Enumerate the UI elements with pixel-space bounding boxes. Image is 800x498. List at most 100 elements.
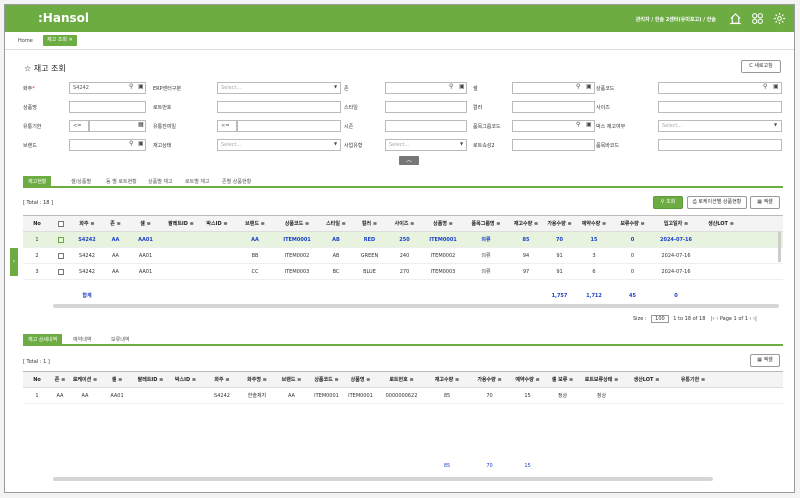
grid2-horizontal-scrollbar[interactable]: [53, 477, 713, 481]
grid2-header-cell[interactable]: 팔레트ID ≡: [133, 372, 168, 388]
search-icon[interactable]: ⚲: [129, 140, 133, 148]
barcode-input[interactable]: [658, 139, 782, 151]
clear-icon[interactable]: ▣: [773, 83, 779, 91]
grid2-header-cell[interactable]: 브랜드 ≡: [273, 372, 310, 388]
settings-gear-icon[interactable]: [773, 12, 786, 25]
prev-page-icon[interactable]: ‹: [716, 316, 718, 322]
grid1-header-cell[interactable]: 사이즈 ≡: [386, 216, 423, 232]
refresh-button[interactable]: C 새로고침: [741, 60, 781, 73]
clear-icon[interactable]: ▣: [459, 83, 465, 91]
grid1-header-cell[interactable]: 박스ID ≡: [199, 216, 235, 232]
grid2-header-cell[interactable]: 로트번호 ≡: [378, 372, 425, 388]
table-row[interactable]: 2 S4242 AA AA01 BB ITEM0002 AB GREEN 240 ITEM0002…: [23, 248, 783, 264]
location-product-button[interactable]: ⎙ 로케이션별 상품현황: [687, 196, 747, 209]
erp-center-select[interactable]: Select...: [217, 82, 341, 94]
grid1-header-cell[interactable]: 재고수량 ≡: [509, 216, 543, 232]
grid1-horizontal-scrollbar[interactable]: [53, 304, 779, 308]
row-checkbox-cell[interactable]: [51, 232, 71, 248]
clear-icon[interactable]: ▣: [586, 121, 592, 129]
grid2-header-cell[interactable]: 생산LOT ≡: [623, 372, 670, 388]
brand-input[interactable]: [69, 139, 146, 151]
grid2-header-cell[interactable]: 화주 ≡: [203, 372, 241, 388]
expiry-remain-input[interactable]: [237, 120, 341, 132]
clear-icon[interactable]: ▣: [138, 83, 144, 91]
grid2-header-cell[interactable]: 박스ID ≡: [168, 372, 203, 388]
tab-holds[interactable]: 보류내역: [111, 336, 129, 343]
zone-input[interactable]: [385, 82, 467, 94]
grid1-header-cell[interactable]: 가용수량 ≡: [543, 216, 576, 232]
tab-lot-status[interactable]: 동 별 로트현황: [106, 178, 137, 185]
tab-lot-stock[interactable]: 로트별 재고: [185, 178, 210, 185]
lot-number-input[interactable]: [217, 101, 341, 113]
grid1-header-cell[interactable]: 품목그룹명 ≡: [463, 216, 509, 232]
select-all-checkbox[interactable]: [58, 220, 64, 227]
grid1-header-cell[interactable]: 셀 ≡: [128, 216, 163, 232]
grid2-header-cell[interactable]: 존 ≡: [51, 372, 69, 388]
grid1-header-cell[interactable]: 존 ≡: [103, 216, 128, 232]
grid2-header-cell[interactable]: 재고수량 ≡: [425, 372, 469, 388]
grid2-header-cell[interactable]: 셀 ≡: [101, 372, 133, 388]
tab-home[interactable]: Home: [18, 38, 33, 44]
grid1-header-cell[interactable]: 예약수량 ≡: [576, 216, 612, 232]
search-icon[interactable]: ⚲: [129, 83, 133, 91]
next-page-icon[interactable]: ›: [750, 316, 752, 322]
color-input[interactable]: [512, 101, 595, 113]
search-icon[interactable]: ⚲: [576, 121, 580, 129]
tab-stock-detail[interactable]: 재고 상세내역: [23, 334, 63, 346]
table-row[interactable]: 1 S4242 AA AA01 AA ITEM0001 AB RED 250 ITEM0001 의류…: [23, 232, 783, 248]
grid1-header-cell[interactable]: 상품명 ≡: [423, 216, 463, 232]
grid2-header-cell[interactable]: No: [23, 372, 51, 388]
tab-cell-product[interactable]: 셀/상품별: [71, 178, 91, 185]
tab-product-stock[interactable]: 상품별 재고: [148, 178, 173, 185]
grid1-header-cell[interactable]: No: [23, 216, 51, 232]
collapse-filter-button[interactable]: ︿: [399, 156, 419, 165]
row-checkbox-cell[interactable]: [51, 264, 71, 280]
grid2-header-cell[interactable]: 가용수량 ≡: [469, 372, 510, 388]
row-checkbox[interactable]: [58, 252, 64, 259]
season-input[interactable]: [385, 120, 467, 132]
tab-stock-inquiry[interactable]: 재고 조회 ✕: [43, 35, 77, 46]
detail-table-row[interactable]: 1 AA AA AA01 S4242 한솔제지 AA ITEM0001 ITEM0001 0000…: [23, 388, 783, 404]
grid2-header-cell[interactable]: 상품코드 ≡: [310, 372, 343, 388]
grid2-header-cell[interactable]: 로트보류상태 ≡: [580, 372, 623, 388]
clear-icon[interactable]: ▣: [138, 140, 144, 148]
first-page-icon[interactable]: |‹: [711, 316, 715, 322]
search-icon[interactable]: ⚲: [576, 83, 580, 91]
stock-status-select[interactable]: Select...: [217, 139, 341, 151]
search-button[interactable]: ⚲ 조회: [653, 196, 683, 209]
tab-reservations[interactable]: 예약내역: [73, 336, 91, 343]
grid1-header-cell[interactable]: 화주 ≡: [71, 216, 103, 232]
last-page-icon[interactable]: ›|: [753, 316, 757, 322]
biz-type-select[interactable]: Select...: [385, 139, 467, 151]
grid1-header-cell[interactable]: 컬러 ≡: [353, 216, 386, 232]
excel-button-detail[interactable]: ▦ 엑셀: [750, 354, 780, 367]
calendar-icon[interactable]: ▦: [138, 121, 144, 129]
search-icon[interactable]: ⚲: [763, 83, 767, 91]
side-panel-toggle[interactable]: ›: [10, 248, 18, 276]
style-input[interactable]: [385, 101, 467, 113]
grid2-header-cell[interactable]: 유통기한 ≡: [670, 372, 716, 388]
cell-input[interactable]: [512, 82, 595, 94]
size-input[interactable]: [658, 101, 782, 113]
product-name-input[interactable]: [69, 101, 146, 113]
row-checkbox[interactable]: [58, 236, 64, 243]
excel-button[interactable]: ▦ 엑셀: [750, 196, 780, 209]
row-checkbox[interactable]: [58, 268, 64, 275]
grid1-header-cell[interactable]: [51, 216, 71, 232]
page-size-select[interactable]: 100: [651, 315, 669, 323]
grid1-header-cell[interactable]: 스타일 ≡: [319, 216, 353, 232]
home-icon[interactable]: [729, 12, 742, 25]
group-code-input[interactable]: [512, 120, 595, 132]
expiry-remain-operator-select[interactable]: <=: [217, 120, 237, 132]
grid1-header-cell[interactable]: 보류수량 ≡: [612, 216, 653, 232]
grid1-header-cell[interactable]: 브랜드 ≡: [235, 216, 275, 232]
row-checkbox-cell[interactable]: [51, 248, 71, 264]
tab-zone-product[interactable]: 존별 상품현황: [222, 178, 251, 185]
expiry-operator-select[interactable]: <=: [69, 120, 89, 132]
box-stock-select[interactable]: Select...: [658, 120, 782, 132]
grid2-header-cell[interactable]: 로케이션 ≡: [69, 372, 101, 388]
grid2-header-cell[interactable]: 예약수량 ≡: [510, 372, 545, 388]
grid2-header-cell[interactable]: 상품명 ≡: [343, 372, 378, 388]
tab-stock-status[interactable]: 재고현황: [23, 176, 52, 188]
grid1-header-cell[interactable]: 생산LOT ≡: [699, 216, 743, 232]
